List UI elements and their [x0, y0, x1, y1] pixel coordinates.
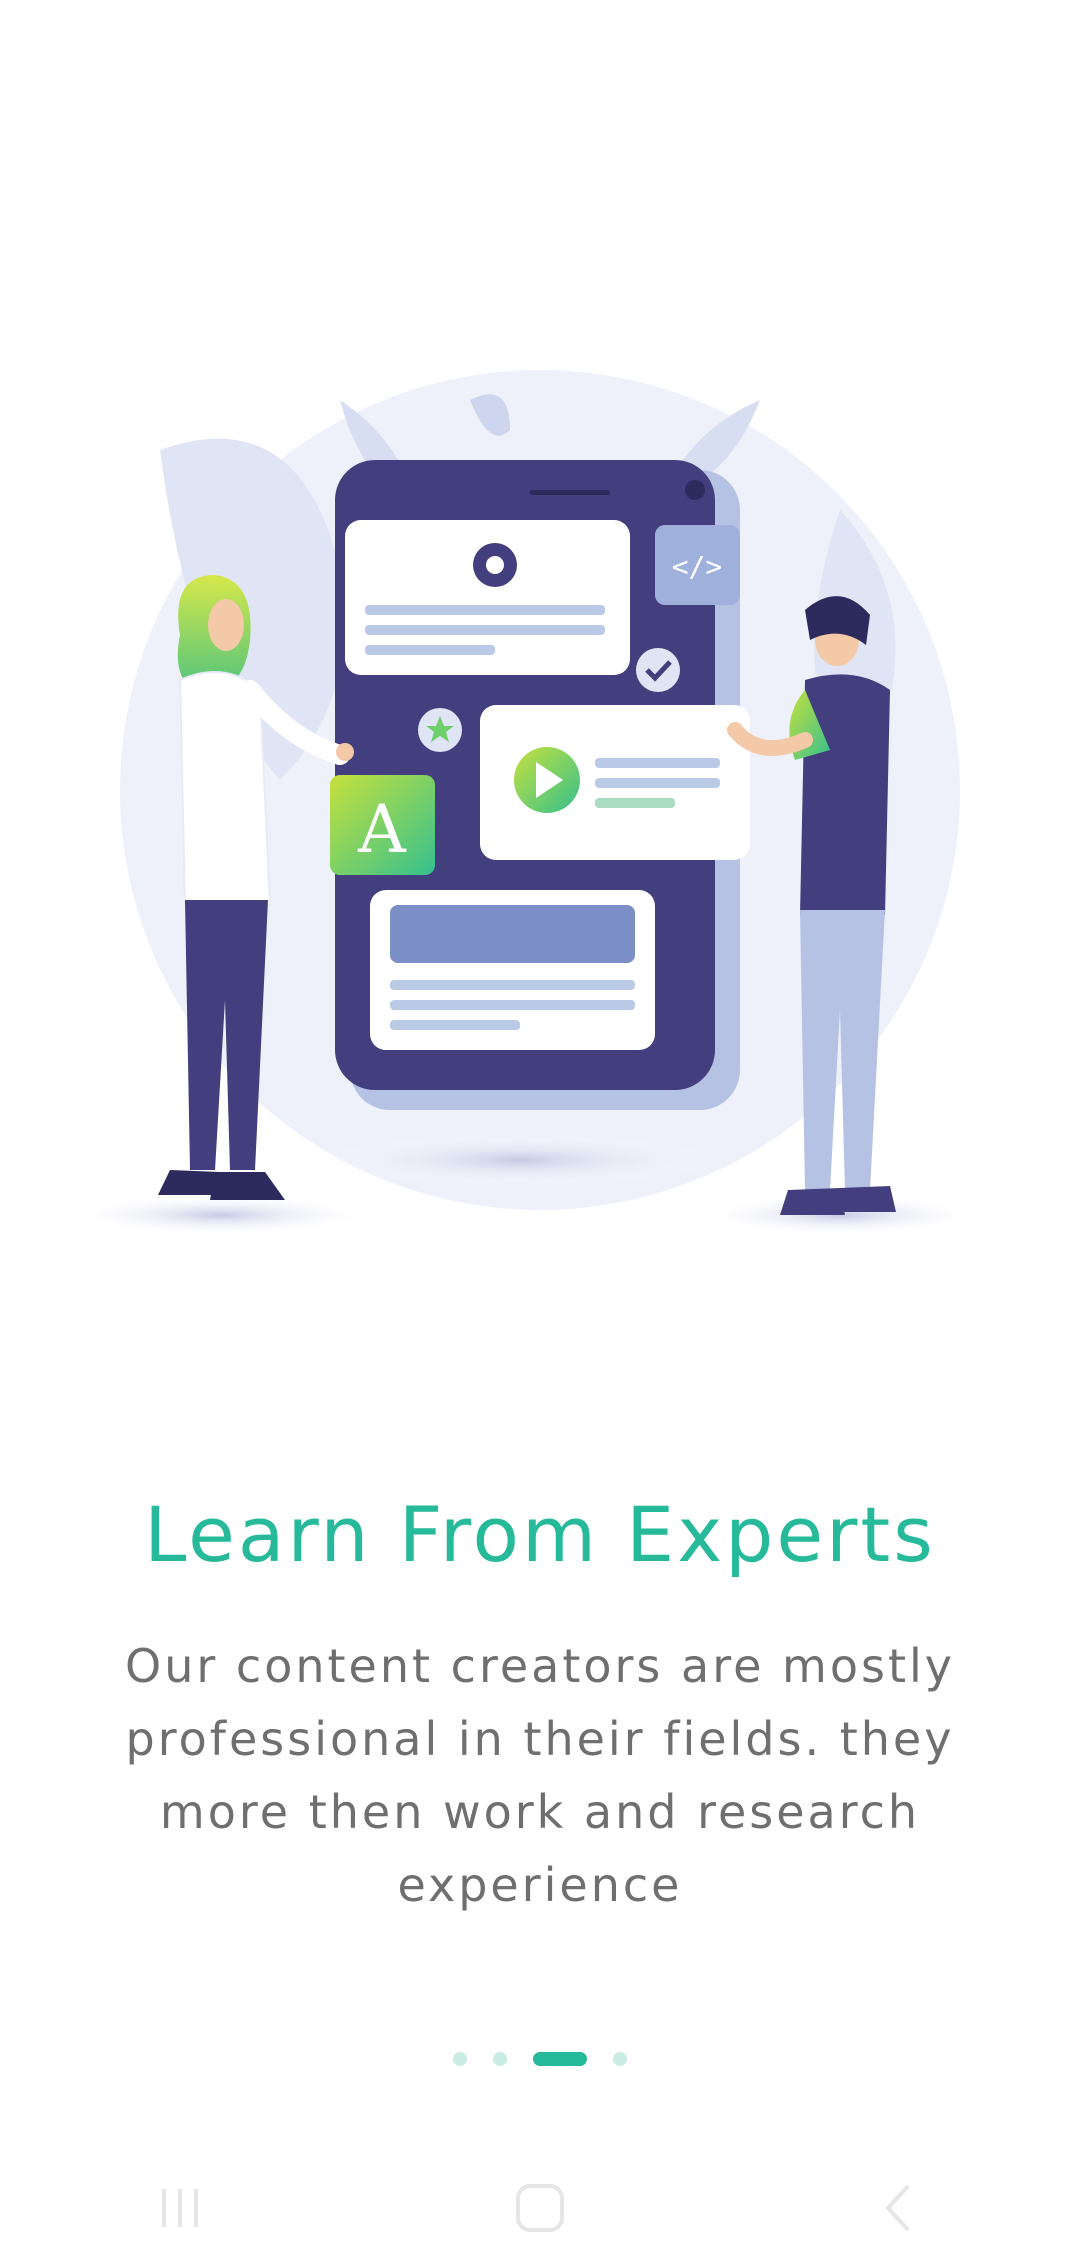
back-button[interactable]	[840, 2168, 960, 2248]
page-dot[interactable]	[453, 2052, 467, 2066]
svg-text:</>: </>	[672, 550, 723, 583]
page-indicator	[0, 2052, 1080, 2066]
onboarding-description: Our content creators are mostly professi…	[125, 1639, 955, 1912]
home-button[interactable]	[480, 2168, 600, 2248]
page-dot-active[interactable]	[533, 2052, 587, 2066]
back-icon	[885, 2184, 910, 2232]
recents-icon	[162, 2189, 198, 2227]
page-dot[interactable]	[493, 2052, 507, 2066]
experts-learning-illustration: </> A	[40, 360, 1040, 1260]
onboarding-title: Learn From Experts	[144, 1490, 936, 1579]
home-icon	[516, 2184, 564, 2232]
svg-text:A: A	[357, 791, 407, 868]
page-dot[interactable]	[613, 2052, 627, 2066]
recents-button[interactable]	[120, 2168, 240, 2248]
system-navigation-bar	[0, 2150, 1080, 2266]
